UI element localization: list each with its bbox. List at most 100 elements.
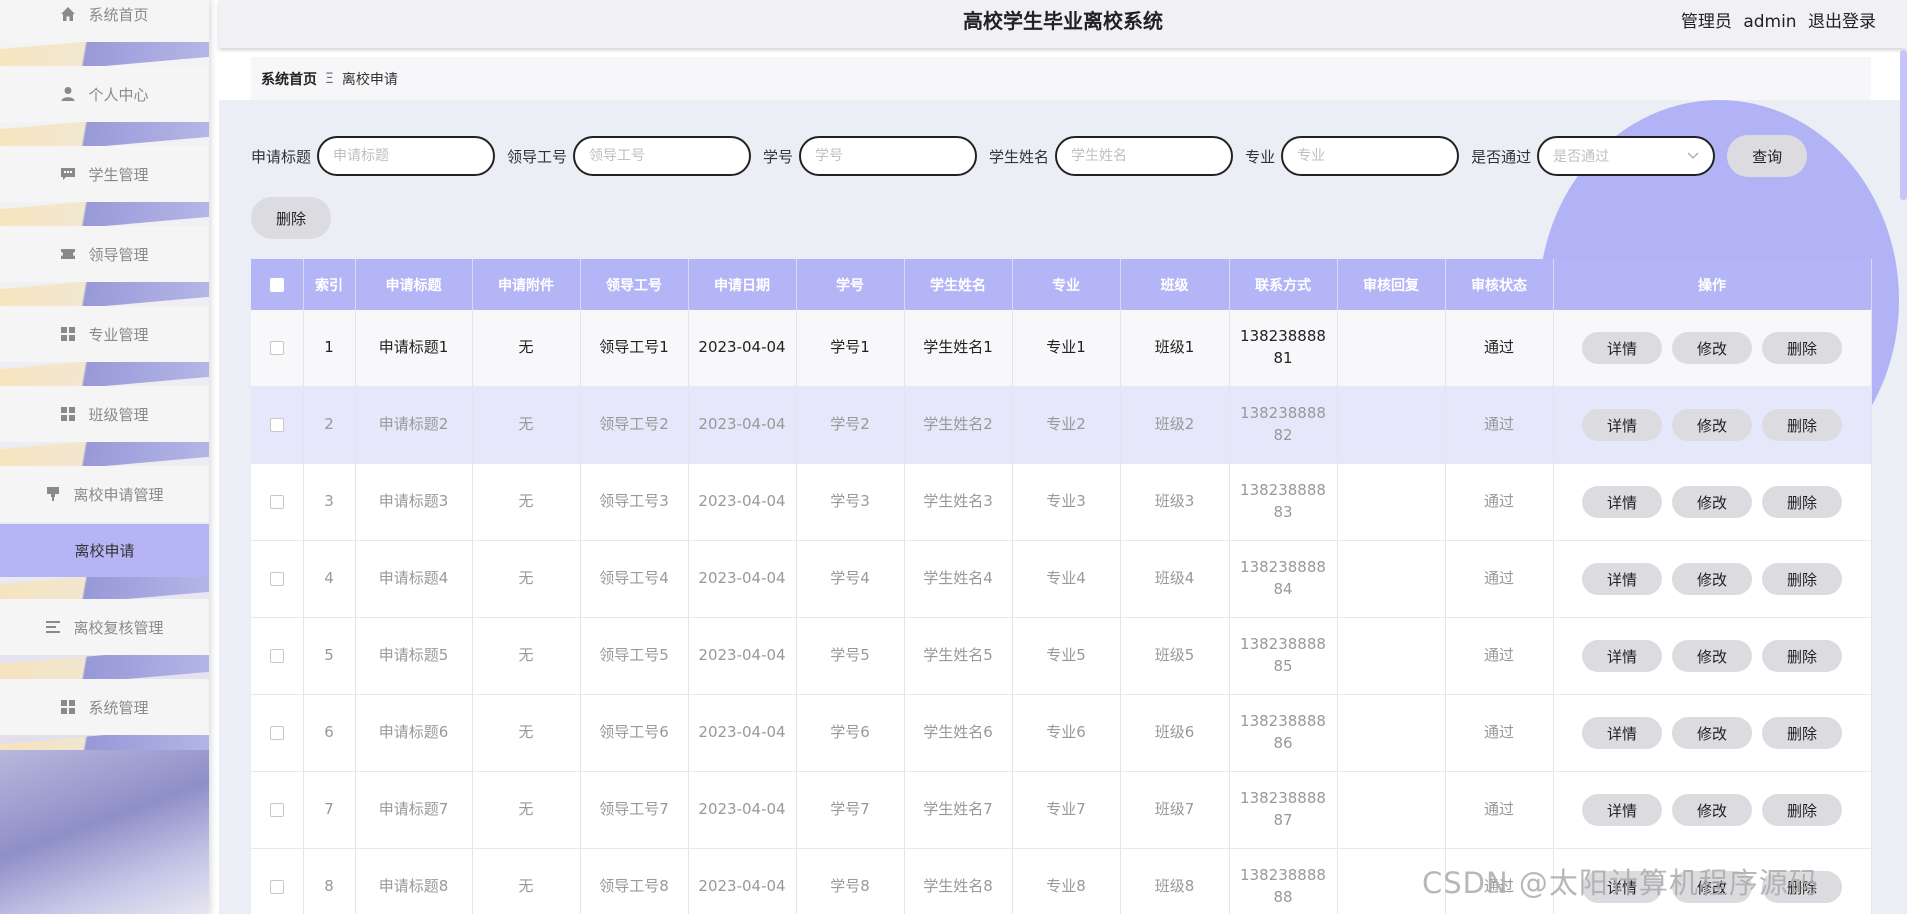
search-student-id-input[interactable] [799, 136, 978, 176]
edit-button[interactable]: 修改 [1672, 640, 1752, 672]
cell-leader-id: 领导工号3 [580, 463, 689, 541]
cell-attachment: 无 [472, 694, 581, 772]
cell-name: 学生姓名3 [904, 463, 1013, 541]
cell-status: 通过 [1445, 386, 1554, 464]
cell-student-id: 学号5 [796, 617, 905, 695]
cell-title: 申请标题1 [355, 310, 473, 387]
phone-line-2: 87 [1273, 811, 1293, 829]
cell-class: 班级1 [1120, 310, 1230, 387]
row-select-cell [251, 848, 304, 914]
search-leader-id-input[interactable] [573, 136, 752, 176]
column-header: 学号 [796, 259, 905, 310]
table-row[interactable]: 1 申请标题1 无领导工号1 2023-04-04 学号1 学生姓名1 专业1 班级1 1382… [251, 310, 1872, 387]
cell-date: 2023-04-04 [688, 540, 797, 618]
table-row[interactable]: 3 申请标题3 无领导工号3 2023-04-04 学号3 学生姓名3 专业3 班级3 1382… [251, 463, 1872, 541]
detail-button[interactable]: 详情 [1582, 486, 1662, 518]
phone-line-1: 138238888 [1240, 866, 1326, 885]
row-checkbox[interactable] [269, 340, 284, 355]
page-scrollbar[interactable] [1900, 50, 1907, 200]
cell-class: 班级3 [1120, 463, 1230, 541]
delete-button[interactable]: 删除 [1762, 794, 1842, 826]
edit-button[interactable]: 修改 [1672, 563, 1752, 595]
sidebar-item-label: 系统首页 [88, 5, 149, 24]
sidebar-item-classes[interactable]: 班级管理 [0, 386, 209, 442]
delete-button[interactable]: 删除 [1762, 409, 1842, 441]
delete-button[interactable]: 删除 [1762, 563, 1842, 595]
cell-class: 班级6 [1120, 694, 1230, 772]
edit-button[interactable]: 修改 [1672, 486, 1752, 518]
phone-line-2: 86 [1273, 734, 1293, 752]
sidebar-item-students[interactable]: 学生管理 [0, 146, 209, 202]
phone-line-2: 83 [1273, 503, 1293, 521]
sidebar-item-label: 专业管理 [88, 325, 149, 344]
sidebar-item-leave-review-mgmt[interactable]: 离校复核管理 [0, 599, 209, 655]
edit-button[interactable]: 修改 [1672, 794, 1752, 826]
sidebar-item-home[interactable]: 系统首页 [0, 0, 209, 42]
batch-delete-button[interactable]: 删除 [251, 197, 331, 239]
detail-button[interactable]: 详情 [1582, 563, 1662, 595]
row-checkbox[interactable] [269, 494, 284, 509]
detail-button[interactable]: 详情 [1582, 409, 1662, 441]
row-checkbox[interactable] [269, 571, 284, 586]
detail-button[interactable]: 详情 [1582, 640, 1662, 672]
edit-button[interactable]: 修改 [1672, 409, 1752, 441]
row-checkbox[interactable] [269, 648, 284, 663]
select-all-checkbox[interactable] [269, 277, 284, 292]
cell-status: 通过 [1445, 617, 1554, 695]
table-row[interactable]: 5 申请标题5 无领导工号5 2023-04-04 学号5 学生姓名5 专业5 班级5 1382… [251, 617, 1872, 695]
cell-leader-id: 领导工号1 [580, 310, 689, 387]
row-checkbox[interactable] [269, 417, 284, 432]
cell-status: 通过 [1445, 310, 1554, 387]
phone-line-2: 82 [1273, 426, 1293, 444]
passed-select[interactable]: 是否通过 [1537, 136, 1716, 176]
table-row[interactable]: 7 申请标题7 无领导工号7 2023-04-04 学号7 学生姓名7 专业7 班级7 1382… [251, 771, 1872, 849]
edit-button[interactable]: 修改 [1672, 717, 1752, 749]
table-row[interactable]: 2 申请标题2 无领导工号2 2023-04-04 学号2 学生姓名2 专业2 班级2 1382… [251, 386, 1872, 464]
cell-major: 专业5 [1012, 617, 1121, 695]
row-checkbox[interactable] [269, 725, 284, 740]
cell-phone: 138238888 85 [1229, 617, 1338, 695]
delete-button[interactable]: 删除 [1762, 640, 1842, 672]
cell-title: 申请标题3 [355, 463, 473, 541]
cell-index: 5 [303, 617, 356, 695]
row-select-cell [251, 617, 304, 695]
cell-index: 6 [303, 694, 356, 772]
cell-name: 学生姓名8 [904, 848, 1013, 914]
sidebar-item-leave-application[interactable]: 离校申请 [0, 524, 209, 577]
cell-student-id: 学号6 [796, 694, 905, 772]
delete-button[interactable]: 删除 [1762, 486, 1842, 518]
cell-name: 学生姓名1 [904, 310, 1013, 387]
user-info: 管理员 admin 退出登录 [1675, 7, 1876, 32]
query-button[interactable]: 查询 [1727, 135, 1808, 177]
sidebar-item-system[interactable]: 系统管理 [0, 679, 209, 735]
delete-button[interactable]: 删除 [1762, 332, 1842, 364]
sidebar-item-profile[interactable]: 个人中心 [0, 66, 209, 122]
row-checkbox[interactable] [269, 802, 284, 817]
edit-button[interactable]: 修改 [1672, 332, 1752, 364]
phone-line-1: 138238888 [1240, 558, 1326, 577]
sidebar-item-leave-application-mgmt[interactable]: 离校申请管理 [0, 466, 209, 522]
sidebar-item-majors[interactable]: 专业管理 [0, 306, 209, 362]
cell-attachment: 无 [472, 310, 581, 387]
search-student-name-input[interactable] [1055, 136, 1234, 176]
cell-phone: 138238888 82 [1229, 386, 1338, 464]
main-content: 申请标题 领导工号 学号 学生姓名 专业 是否通过 是否通过 查询 删除 [219, 100, 1907, 914]
search-title-input[interactable] [317, 136, 496, 176]
cell-reply [1337, 694, 1446, 772]
search-major-input[interactable] [1281, 136, 1460, 176]
cell-leader-id: 领导工号6 [580, 694, 689, 772]
detail-button[interactable]: 详情 [1582, 717, 1662, 749]
cell-leader-id: 领导工号7 [580, 771, 689, 849]
logout-link[interactable]: 退出登录 [1808, 12, 1876, 32]
list-icon [45, 619, 61, 635]
table-row[interactable]: 6 申请标题6 无领导工号6 2023-04-04 学号6 学生姓名6 专业6 班级6 1382… [251, 694, 1872, 772]
sidebar-item-leaders[interactable]: 领导管理 [0, 226, 209, 282]
detail-button[interactable]: 详情 [1582, 332, 1662, 364]
row-checkbox[interactable] [269, 879, 284, 894]
detail-button[interactable]: 详情 [1582, 794, 1662, 826]
phone-line-1: 138238888 [1240, 327, 1326, 346]
table-row[interactable]: 4 申请标题4 无领导工号4 2023-04-04 学号4 学生姓名4 专业4 班级4 1382… [251, 540, 1872, 618]
delete-button[interactable]: 删除 [1762, 717, 1842, 749]
phone-line-1: 138238888 [1240, 635, 1326, 654]
breadcrumb-home[interactable]: 系统首页 [261, 69, 317, 89]
